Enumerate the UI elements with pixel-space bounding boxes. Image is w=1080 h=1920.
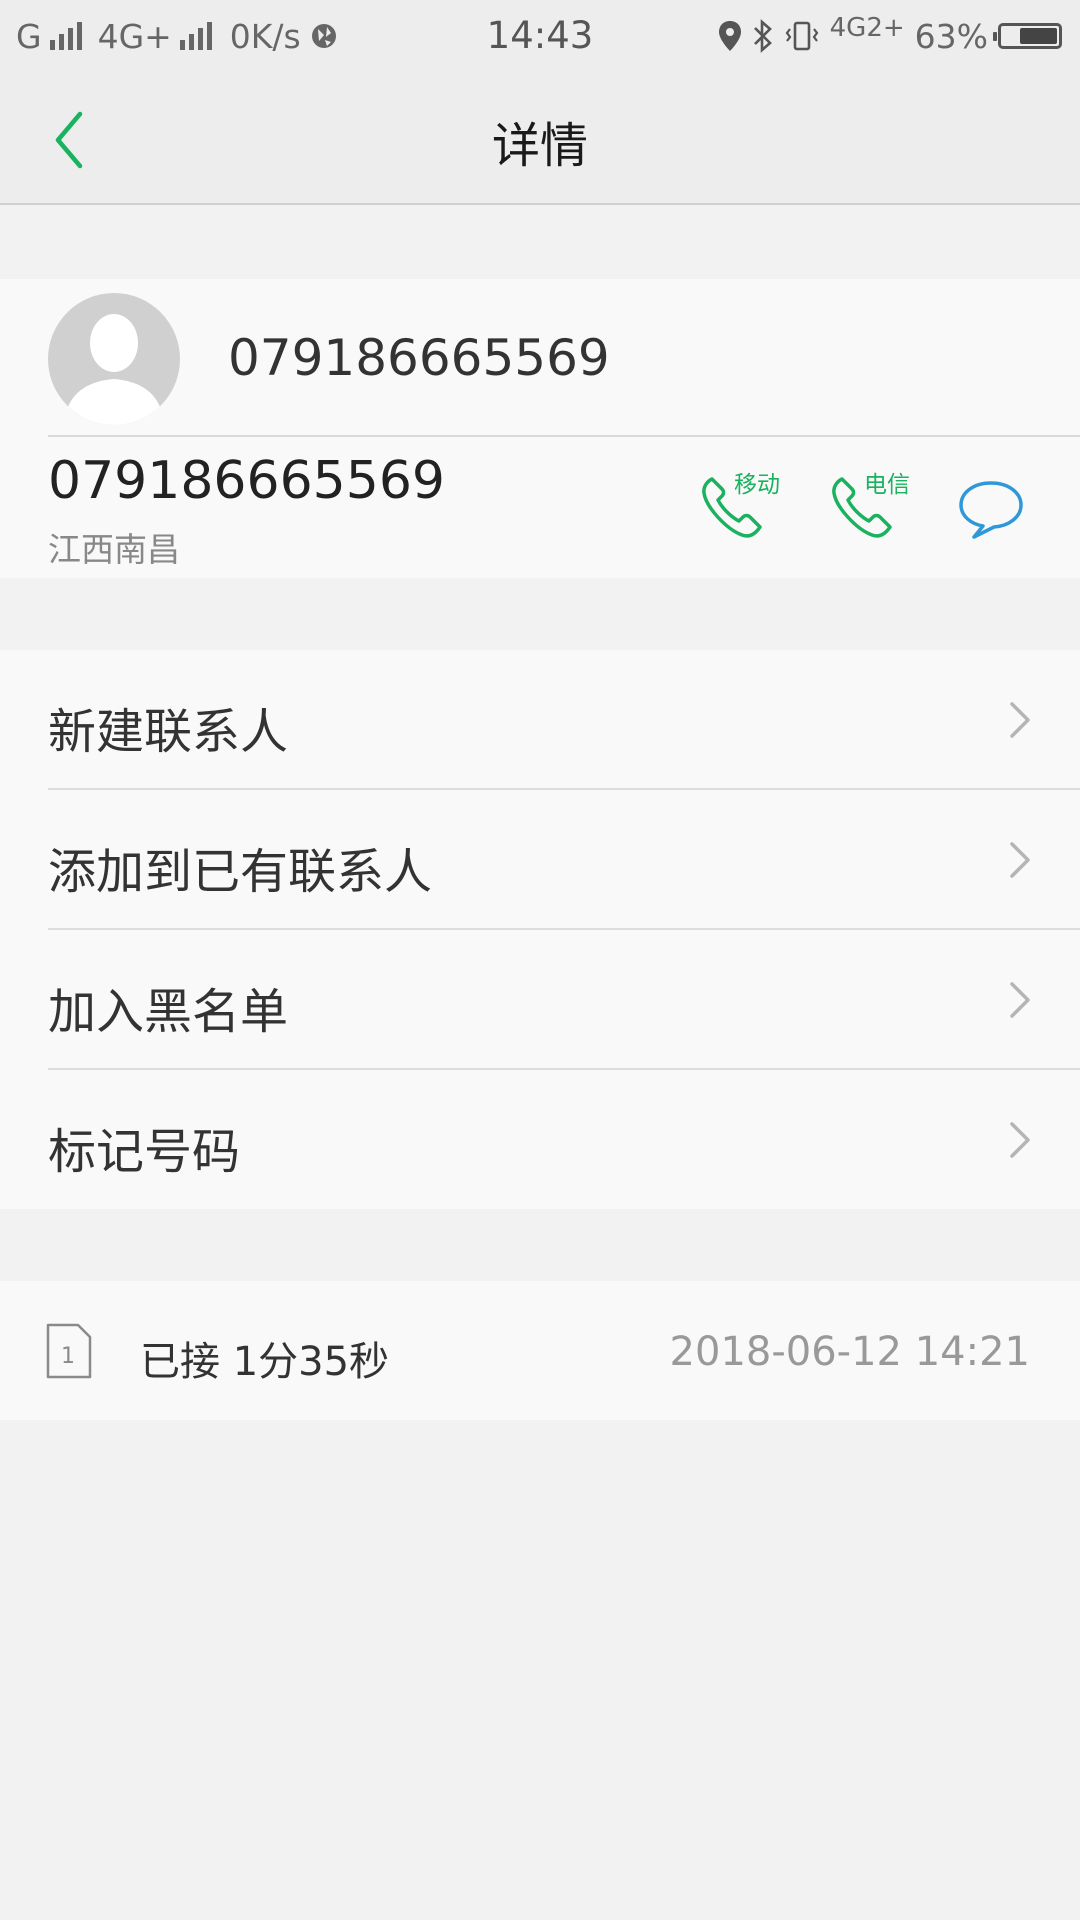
- message-button[interactable]: [956, 475, 1026, 545]
- contact-header-number: 079186665569: [228, 329, 610, 387]
- menu-item-label: 新建联系人: [48, 704, 289, 760]
- sim-number: 1: [61, 1344, 75, 1369]
- status-bar-right: 4G2+ 63%: [718, 13, 1062, 58]
- phone-number[interactable]: 079186665569: [48, 451, 445, 511]
- avatar: [48, 293, 180, 425]
- sim-card-icon: 1: [46, 1323, 92, 1379]
- call-sim1-button[interactable]: 移动: [698, 465, 808, 545]
- menu-item-label: 加入黑名单: [48, 984, 289, 1040]
- call-sim2-label: 电信: [864, 472, 910, 498]
- location-icon: [718, 21, 741, 51]
- contact-card: 079186665569 079186665569 江西南昌 移动 电信: [0, 279, 1080, 578]
- menu-item-new-contact[interactable]: 新建联系人: [0, 650, 1080, 790]
- page-title: 详情: [491, 118, 588, 174]
- menu-item-blacklist[interactable]: 加入黑名单: [0, 930, 1080, 1070]
- chevron-right-icon: [1010, 1122, 1030, 1158]
- number-location: 江西南昌: [48, 530, 180, 569]
- menu-item-add-to-existing[interactable]: 添加到已有联系人: [0, 790, 1080, 930]
- vibrate-icon: [785, 21, 818, 51]
- call-sim1-label: 移动: [734, 472, 780, 498]
- battery-icon: [993, 23, 1062, 49]
- call-status: 已接 1分35秒: [140, 1339, 390, 1385]
- call-history-item[interactable]: 1 已接 1分35秒 2018-06-12 14:21: [0, 1281, 1080, 1420]
- menu-item-mark-number[interactable]: 标记号码: [0, 1070, 1080, 1210]
- message-bubble-icon: [959, 481, 1023, 539]
- battery-percent: 63%: [914, 16, 988, 56]
- title-bar: 详情: [0, 72, 1080, 205]
- call-timestamp: 2018-06-12 14:21: [669, 1329, 1030, 1375]
- menu-item-label: 添加到已有联系人: [48, 844, 433, 900]
- network-type-right: 4G2+: [829, 13, 905, 43]
- chevron-right-icon: [1010, 842, 1030, 878]
- actions-menu: 新建联系人 添加到已有联系人 加入黑名单 标记号码: [0, 650, 1080, 1209]
- divider: [48, 435, 1080, 437]
- status-bar: G 4G+ 0K/s 14:43 4G2+ 63%: [0, 0, 1080, 72]
- call-sim2-button[interactable]: 电信: [828, 465, 938, 545]
- chevron-right-icon: [1010, 982, 1030, 1018]
- chevron-right-icon: [1010, 702, 1030, 738]
- bluetooth-icon: [753, 19, 772, 53]
- person-silhouette-icon: [64, 314, 164, 425]
- menu-item-label: 标记号码: [48, 1124, 241, 1180]
